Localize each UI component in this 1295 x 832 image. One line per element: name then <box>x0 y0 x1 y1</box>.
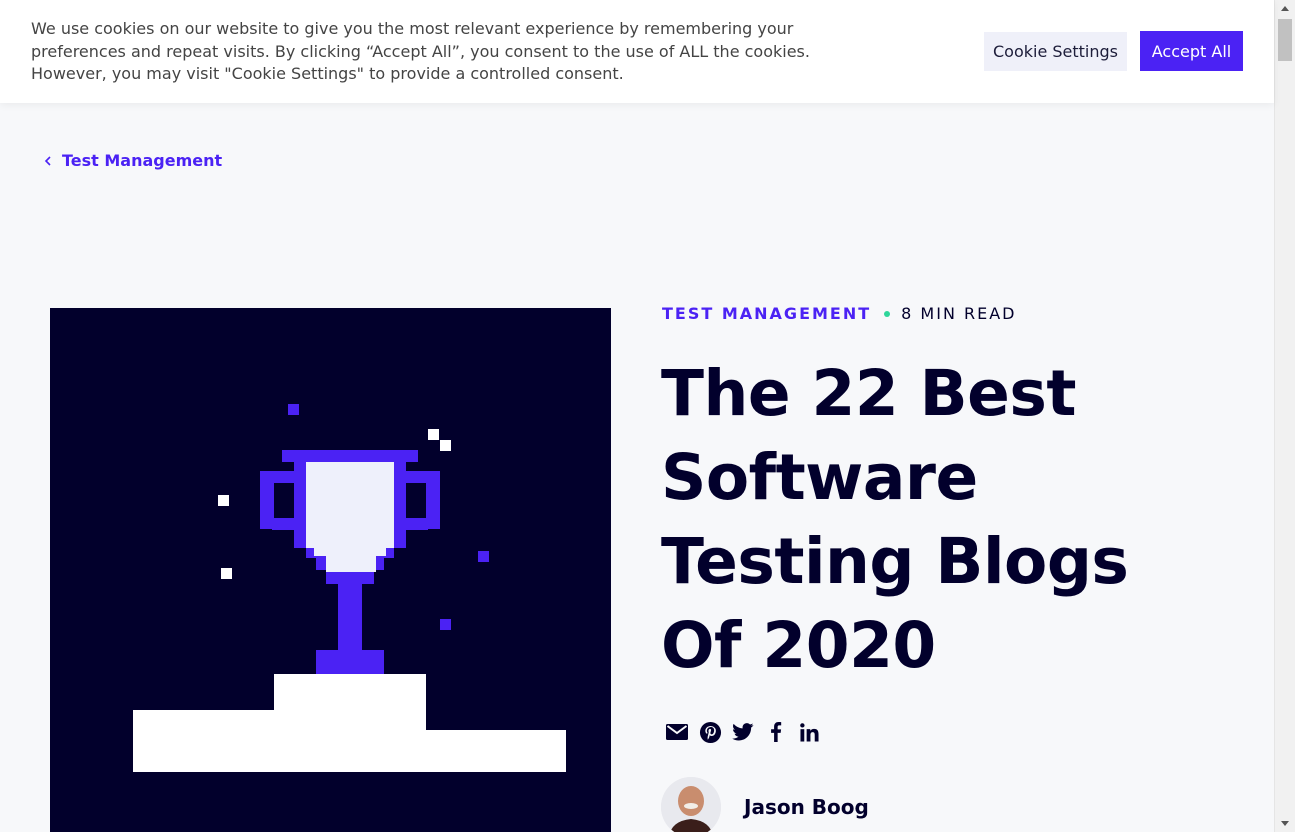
page-title: The 22 Best Software Testing Blogs Of 20… <box>661 357 1129 682</box>
facebook-icon[interactable] <box>764 720 788 744</box>
linkedin-icon[interactable] <box>797 720 821 744</box>
vertical-scrollbar[interactable] <box>1274 0 1295 832</box>
cookie-message: We use cookies on our website to give yo… <box>31 19 810 83</box>
pinterest-icon[interactable] <box>698 720 722 744</box>
read-time: 8 MIN READ <box>901 304 1017 323</box>
breadcrumb-label: Test Management <box>62 151 223 170</box>
trophy-icon <box>133 404 566 772</box>
meta-separator-dot <box>884 310 891 317</box>
article-meta: TEST MANAGEMENT 8 MIN READ <box>662 304 1017 323</box>
accept-all-button[interactable]: Accept All <box>1140 31 1243 71</box>
scroll-up-arrow-icon[interactable] <box>1281 6 1289 11</box>
hero-image <box>50 308 611 832</box>
article-category[interactable]: TEST MANAGEMENT <box>662 304 871 323</box>
scroll-down-arrow-icon[interactable] <box>1281 821 1289 826</box>
twitter-icon[interactable] <box>731 720 755 744</box>
chevron-left-icon <box>44 155 51 166</box>
author-avatar <box>661 777 721 832</box>
cookie-banner: We use cookies on our website to give yo… <box>0 0 1274 103</box>
scrollbar-thumb[interactable] <box>1278 19 1292 61</box>
share-bar <box>665 720 830 744</box>
cookie-settings-button[interactable]: Cookie Settings <box>984 32 1127 71</box>
email-icon[interactable] <box>665 720 689 744</box>
author-name[interactable]: Jason Boog <box>744 795 869 819</box>
breadcrumb-back-link[interactable]: Test Management <box>44 151 222 170</box>
